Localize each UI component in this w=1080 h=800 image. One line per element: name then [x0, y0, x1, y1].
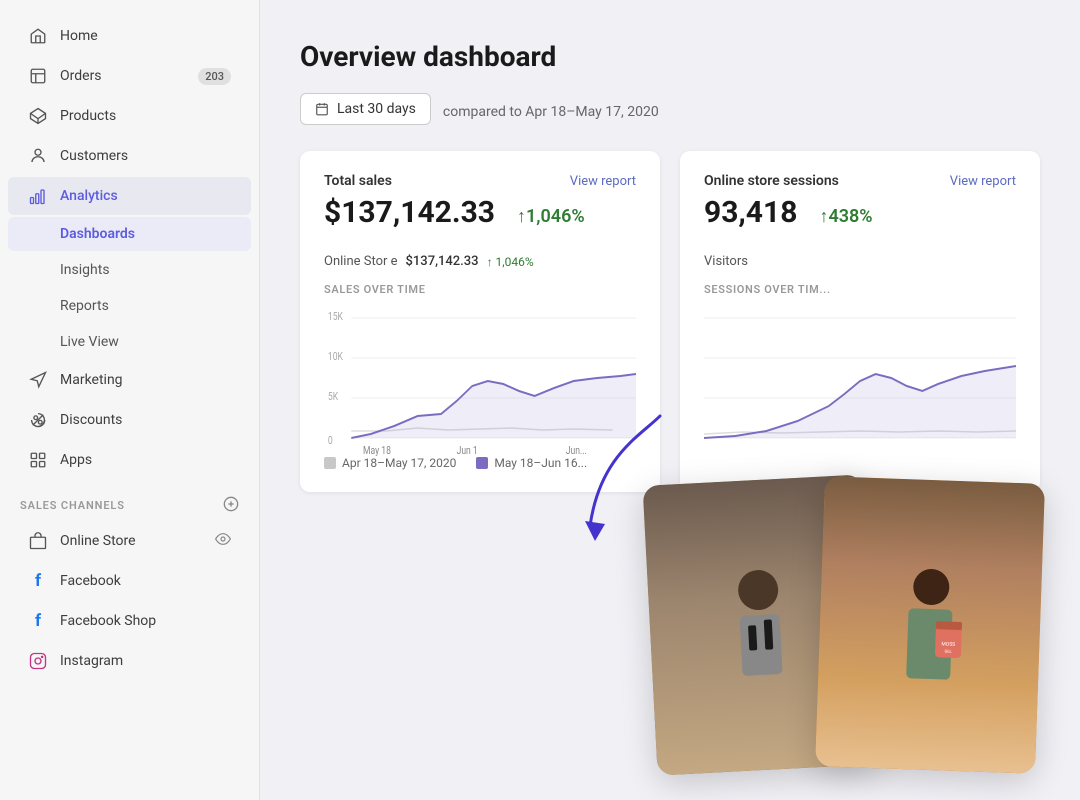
calendar-icon: [315, 102, 329, 116]
online-store-label: Online Stor e: [324, 254, 398, 269]
sessions-view-report[interactable]: View report: [950, 174, 1016, 189]
main-content: Overview dashboard Last 30 days compared…: [260, 0, 1080, 800]
online-store-change: ↑ 1,046%: [487, 255, 534, 269]
legend-prev: Apr 18–May 17, 2020: [324, 456, 456, 470]
svg-text:5K: 5K: [328, 391, 339, 403]
sidebar-item-label: Reports: [60, 298, 109, 314]
sidebar-item-label: Orders: [60, 68, 102, 84]
filter-row: Last 30 days compared to Apr 18–May 17, …: [300, 93, 1040, 131]
total-sales-sub-row: Online Stor e $137,142.33 ↑ 1,046%: [324, 254, 636, 269]
svg-text:15K: 15K: [328, 311, 344, 323]
store-icon: [28, 531, 48, 551]
sessions-chart-area: [704, 306, 1016, 446]
svg-text:0: 0: [328, 435, 333, 447]
sidebar-item-label: Products: [60, 108, 116, 124]
legend-prev-label: Apr 18–May 17, 2020: [342, 456, 456, 470]
sidebar-item-online-store[interactable]: Online Store: [8, 522, 251, 560]
compare-text: compared to Apr 18–May 17, 2020: [443, 104, 659, 120]
facebook-icon: f: [28, 571, 48, 591]
sidebar-item-orders[interactable]: Orders 203: [8, 57, 251, 95]
card-header: Total sales View report: [324, 173, 636, 189]
sidebar-item-dashboards[interactable]: Dashboards: [8, 217, 251, 251]
sidebar-item-label: Live View: [60, 334, 119, 350]
sidebar-item-label: Instagram: [60, 653, 123, 669]
svg-text:10K: 10K: [328, 351, 344, 363]
total-sales-view-report[interactable]: View report: [570, 174, 636, 189]
apps-icon: [28, 450, 48, 470]
sidebar-item-label: Analytics: [60, 188, 118, 204]
chart-title: SALES OVER TIME: [324, 283, 636, 296]
orders-badge: 203: [198, 68, 231, 85]
online-store-value: $137,142.33: [406, 254, 479, 269]
legend-prev-dot: [324, 457, 336, 469]
sidebar-item-analytics[interactable]: Analytics: [8, 177, 251, 215]
home-icon: [28, 26, 48, 46]
orders-icon: [28, 66, 48, 86]
sessions-sub-row: Visitors: [704, 254, 1016, 269]
marketing-icon: [28, 370, 48, 390]
total-sales-label: Total sales: [324, 173, 392, 189]
sidebar-item-discounts[interactable]: Discounts: [8, 401, 251, 439]
svg-text:MOSS: MOSS: [941, 641, 955, 647]
legend-current-dot: [476, 457, 488, 469]
sidebar-item-instagram[interactable]: Instagram: [8, 642, 251, 680]
sidebar-item-insights[interactable]: Insights: [8, 253, 251, 287]
svg-text:Jun 1: Jun 1: [457, 445, 478, 456]
sidebar-item-label: Discounts: [60, 412, 122, 428]
instagram-icon: [28, 651, 48, 671]
total-sales-value: $137,142.33: [324, 195, 495, 230]
discounts-icon: [28, 410, 48, 430]
sales-channels-section: SALES CHANNELS: [0, 480, 259, 521]
sidebar-item-label: Facebook: [60, 573, 121, 589]
sessions-chart-section: SESSIONS OVER TIM...: [704, 283, 1016, 446]
arrow-decoration: [570, 396, 690, 560]
sessions-card-header: Online store sessions View report: [704, 173, 1016, 189]
sidebar-item-marketing[interactable]: Marketing: [8, 361, 251, 399]
sidebar-item-label: Marketing: [60, 372, 123, 388]
sessions-change: ↑438%: [819, 206, 872, 227]
sidebar-item-label: Customers: [60, 148, 128, 164]
sidebar-item-facebook[interactable]: f Facebook: [8, 562, 251, 600]
sidebar-item-label: Home: [60, 28, 98, 44]
visitors-label: Visitors: [704, 254, 748, 269]
page-title: Overview dashboard: [300, 40, 1040, 73]
sidebar-item-facebook-shop[interactable]: f Facebook Shop: [8, 602, 251, 640]
sidebar-item-label: Facebook Shop: [60, 613, 156, 629]
sessions-chart-title: SESSIONS OVER TIM...: [704, 283, 1016, 296]
sidebar-item-home[interactable]: Home: [8, 17, 251, 55]
sessions-label: Online store sessions: [704, 173, 839, 189]
customers-icon: [28, 146, 48, 166]
products-icon: [28, 106, 48, 126]
total-sales-change: ↑1,046%: [517, 206, 585, 227]
svg-text:GEL: GEL: [944, 649, 952, 654]
sessions-card: Online store sessions View report 93,418…: [680, 151, 1040, 492]
add-channel-icon[interactable]: [223, 496, 239, 515]
sidebar-item-apps[interactable]: Apps: [8, 441, 251, 479]
sidebar-item-customers[interactable]: Customers: [8, 137, 251, 175]
sidebar-item-label: Apps: [60, 452, 92, 468]
facebook-shop-icon: f: [28, 611, 48, 631]
sidebar-item-label: Dashboards: [60, 226, 135, 242]
sessions-value: 93,418: [704, 195, 797, 230]
date-filter-button[interactable]: Last 30 days: [300, 93, 431, 125]
photo-card-2: MOSS GEL: [815, 476, 1045, 774]
date-range-label: Last 30 days: [337, 101, 416, 117]
sidebar-item-reports[interactable]: Reports: [8, 289, 251, 323]
sidebar-item-label: Online Store: [60, 533, 136, 549]
svg-text:May 18: May 18: [363, 445, 391, 456]
sidebar: Home Orders 203 Products: [0, 0, 260, 800]
eye-icon[interactable]: [215, 531, 231, 551]
sidebar-item-live-view[interactable]: Live View: [8, 325, 251, 359]
sidebar-item-label: Insights: [60, 262, 110, 278]
analytics-icon: [28, 186, 48, 206]
sidebar-item-products[interactable]: Products: [8, 97, 251, 135]
